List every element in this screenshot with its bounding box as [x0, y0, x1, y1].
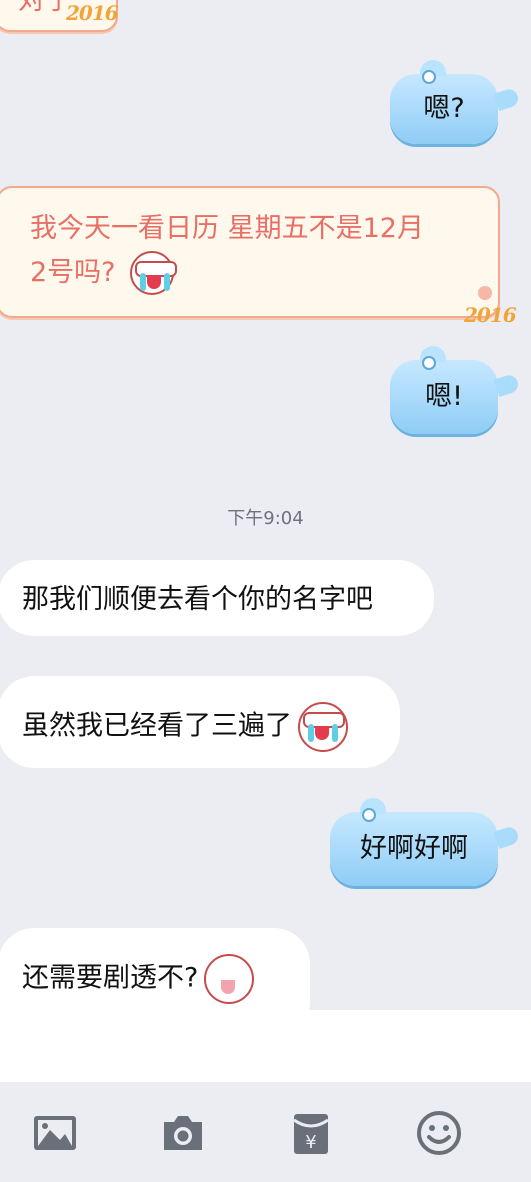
emoji-icon[interactable]	[416, 1110, 462, 1156]
message-text: 对子	[18, 0, 72, 16]
year-2016-decoration: 2016	[66, 1, 119, 25]
crying-laugh-emoji	[129, 251, 177, 295]
whale-eye-decoration	[362, 808, 376, 822]
whale-tail-decoration	[493, 373, 521, 397]
svg-text:¥: ¥	[305, 1132, 316, 1153]
chat-history[interactable]: 对子 2016 嗯? 我今天一看日历 星期五不是12月 2号吗? 2016 嗯!…	[0, 0, 531, 1010]
camera-icon[interactable]	[160, 1110, 206, 1156]
whale-tail-decoration	[493, 87, 521, 111]
message-text: 好啊好啊	[360, 833, 468, 864]
message-text: 嗯!	[425, 381, 463, 412]
message-bubble-outgoing[interactable]: 好啊好啊	[330, 798, 521, 886]
year-2016-decoration: 2016	[464, 303, 517, 327]
message-input-area[interactable]	[0, 1010, 531, 1082]
message-bubble-incoming[interactable]: 我今天一看日历 星期五不是12月 2号吗? 2016	[0, 186, 517, 327]
message-text: 虽然我已经看了三遍了	[22, 702, 348, 752]
message-bubble-incoming[interactable]: 还需要剧透不?	[0, 928, 310, 1010]
whale-tail-decoration	[493, 825, 521, 849]
whale-eye-decoration	[422, 70, 436, 84]
message-bubble-incoming[interactable]: 那我们顺便去看个你的名字吧	[0, 560, 434, 636]
whale-eye-decoration	[422, 356, 436, 370]
timestamp: 下午9:04	[227, 508, 304, 529]
flower-decoration	[478, 286, 492, 300]
blushing-cat-emoji	[204, 954, 255, 1004]
message-text: 嗯?	[423, 93, 465, 124]
message-bubble-outgoing[interactable]: 嗯!	[390, 346, 521, 434]
red-packet-icon[interactable]: ¥	[288, 1110, 334, 1156]
message-text-line1: 我今天一看日历 星期五不是12月	[30, 213, 424, 244]
message-text: 那我们顺便去看个你的名字吧	[22, 584, 373, 615]
crying-laugh-emoji	[298, 702, 348, 752]
message-text-line2: 2号吗?	[30, 257, 116, 288]
input-toolbar: ¥	[0, 1082, 531, 1182]
message-bubble-outgoing[interactable]: 嗯?	[390, 60, 521, 144]
message-bubble-incoming[interactable]: 虽然我已经看了三遍了	[0, 676, 400, 768]
message-text: 还需要剧透不?	[22, 954, 255, 1004]
image-icon[interactable]	[32, 1110, 78, 1156]
message-bubble-incoming[interactable]: 对子 2016	[0, 0, 119, 32]
